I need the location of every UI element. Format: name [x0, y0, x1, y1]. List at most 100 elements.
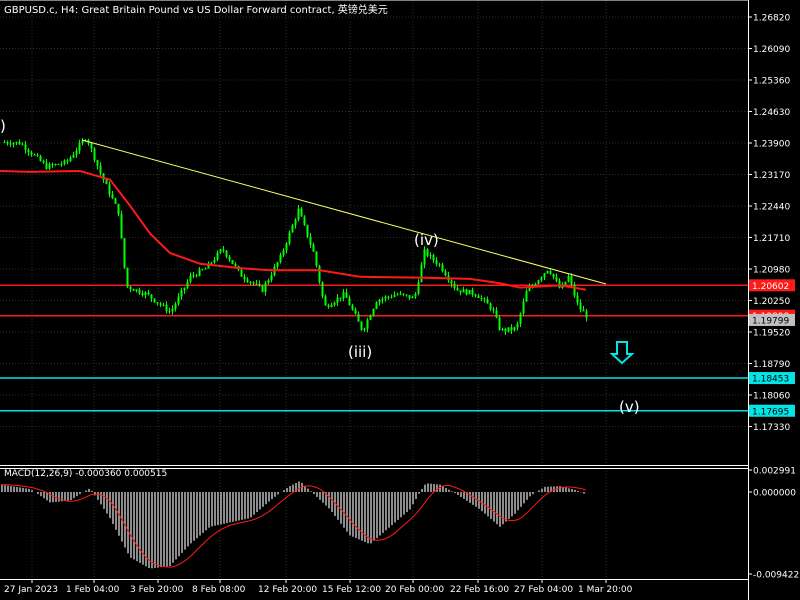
- candle-body: [414, 293, 417, 297]
- candle-body: [378, 299, 381, 303]
- candle-body: [519, 313, 522, 324]
- candle-body: [387, 296, 390, 298]
- candle-body: [543, 273, 546, 278]
- price-flag-label: 1.20602: [752, 282, 789, 292]
- time-label: 3 Feb 20:00: [130, 585, 184, 595]
- candle-body: [126, 267, 129, 287]
- wave-label-iii: (iii): [348, 343, 372, 361]
- candle-body: [348, 297, 351, 306]
- macd-axis: 0.002991 0.000000 -0.009422: [748, 467, 799, 581]
- chart-canvas[interactable]: GBPUSD.c, H4: Great Britain Pound vs US …: [0, 0, 800, 600]
- wave-label-iv: (iv): [414, 231, 439, 249]
- candle-body: [483, 298, 486, 300]
- candle-body: [177, 296, 180, 304]
- candle-body: [468, 289, 471, 295]
- candle-body: [210, 262, 213, 264]
- time-label: 1 Feb 04:00: [66, 585, 120, 595]
- candle-body: [441, 264, 444, 272]
- candle-body: [108, 184, 111, 195]
- candle-body: [249, 281, 252, 283]
- candle-body: [117, 203, 120, 215]
- candle-body: [516, 323, 519, 328]
- candle-body: [225, 250, 228, 257]
- candle-body: [60, 163, 63, 165]
- candle-body: [582, 309, 585, 312]
- price-tick-label: 1.18790: [753, 360, 790, 370]
- horizontal-levels: [0, 284, 748, 412]
- candle-body: [3, 142, 6, 144]
- candle-body: [471, 289, 474, 295]
- time-label: 27 Jan 2023: [4, 585, 58, 595]
- candle-body: [558, 280, 561, 288]
- macd-tick-label: 0.002991: [753, 467, 796, 477]
- candle-body: [15, 141, 18, 144]
- candle-body: [30, 152, 33, 155]
- candle-body: [339, 297, 342, 299]
- candle-body: [252, 282, 255, 284]
- candle-body: [255, 283, 258, 285]
- candle-body: [432, 254, 435, 261]
- trendline[interactable]: [81, 139, 607, 285]
- candle-body: [114, 198, 117, 204]
- candle-body: [96, 160, 99, 166]
- candle-body: [51, 164, 54, 166]
- candle-body: [153, 298, 156, 303]
- candle-body: [285, 243, 288, 251]
- candle-body: [357, 314, 360, 322]
- candle-body: [54, 163, 57, 165]
- candle-body: [246, 279, 249, 282]
- candle-body: [165, 304, 168, 312]
- candle-body: [9, 143, 12, 145]
- candle-body: [465, 289, 468, 295]
- candle-body: [27, 149, 30, 153]
- candle-body: [384, 296, 387, 299]
- down-arrow-icon: [609, 341, 635, 365]
- candle-body: [450, 280, 453, 284]
- candle-body: [276, 262, 279, 267]
- candle-body: [408, 295, 411, 299]
- candle-body: [453, 283, 456, 289]
- candle-body: [69, 157, 72, 162]
- macd-histogram: [1, 481, 585, 569]
- candle-body: [585, 311, 588, 318]
- candle-body: [174, 303, 177, 309]
- candle-body: [18, 141, 21, 145]
- time-label: 20 Feb 00:00: [385, 585, 444, 595]
- candle-body: [156, 302, 159, 304]
- candle-body: [72, 154, 75, 158]
- candle-body: [330, 305, 333, 307]
- candle-body: [33, 154, 36, 156]
- macd-tick-label: 0.000000: [753, 489, 796, 499]
- candle-body: [6, 142, 9, 144]
- price-tick-label: 1.22440: [753, 203, 790, 213]
- price-tick-label: 1.21710: [753, 234, 790, 244]
- candle-body: [510, 327, 513, 331]
- candle-body: [111, 194, 114, 199]
- candle-body: [513, 327, 516, 331]
- candle-body: [456, 288, 459, 291]
- candle-body: [342, 292, 345, 299]
- candle-body: [444, 271, 447, 276]
- time-label: 12 Feb 20:00: [258, 585, 317, 595]
- candle-body: [135, 289, 138, 291]
- candle-body: [315, 251, 318, 266]
- candle-body: [546, 270, 549, 274]
- candle-body: [429, 254, 432, 256]
- candle-body: [501, 328, 504, 330]
- candle-body: [420, 264, 423, 283]
- candle-body: [309, 236, 312, 245]
- candle-body: [333, 302, 336, 306]
- candle-body: [204, 268, 207, 270]
- candle-body: [552, 273, 555, 278]
- candle-body: [360, 321, 363, 330]
- candle-body: [504, 328, 507, 332]
- candle-body: [405, 294, 408, 296]
- candle-body: [327, 305, 330, 307]
- candle-body: [507, 327, 510, 332]
- candle-body: [426, 249, 429, 256]
- price-flag-label: 1.17695: [752, 407, 789, 417]
- candle-body: [312, 244, 315, 252]
- price-tick-label: 1.25360: [753, 77, 790, 87]
- candle-body: [90, 143, 93, 149]
- candle-body: [540, 277, 543, 281]
